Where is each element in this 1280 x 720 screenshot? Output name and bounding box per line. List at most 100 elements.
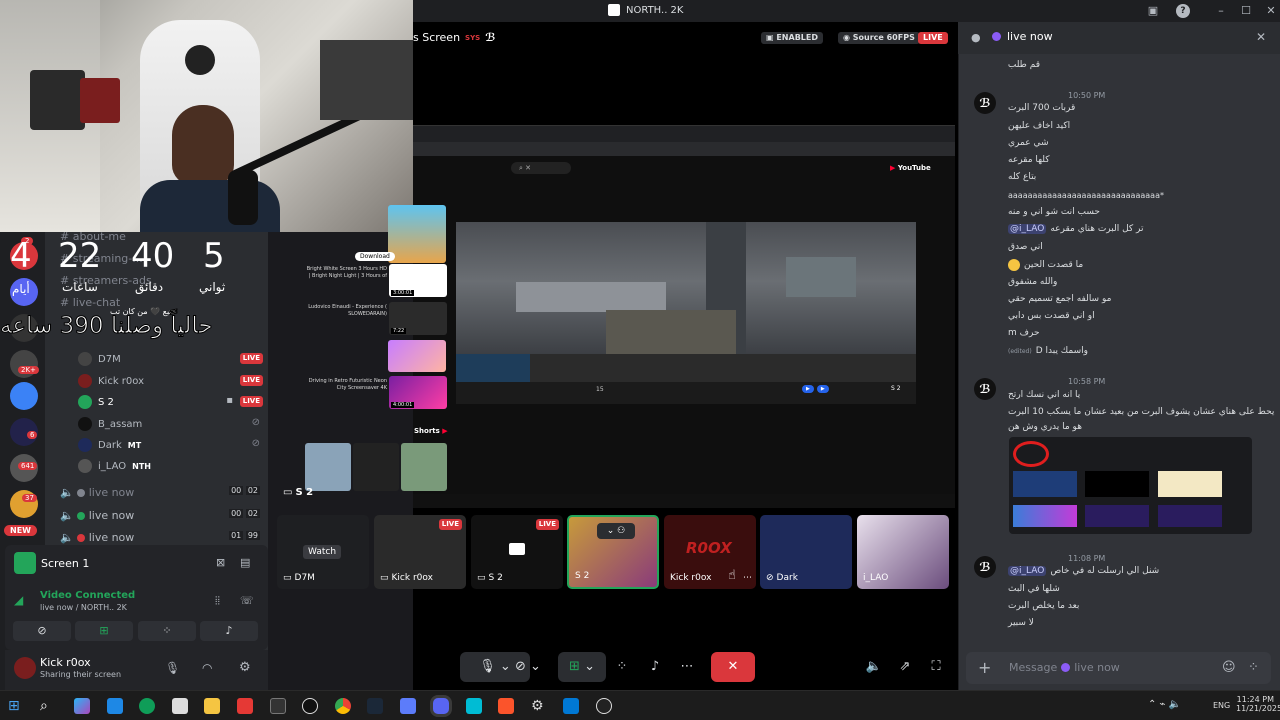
more-options-control[interactable]: ⋯ — [672, 652, 702, 682]
countdown-hours: 22 — [58, 236, 102, 276]
voice-user-s2[interactable]: S 2 ▪ LIVE — [78, 394, 263, 410]
tile-name-text: Kick r0ox — [391, 573, 433, 583]
server-icon-5[interactable] — [10, 382, 38, 410]
stream-tile-s2[interactable]: LIVE ▭ S 2 — [471, 515, 563, 589]
chat-avatar[interactable]: ℬ — [974, 556, 996, 578]
inbox-icon[interactable]: ▣ — [1146, 4, 1160, 18]
source-pill[interactable]: ◉ Source 60FPS — [838, 32, 920, 44]
voice-user-dark[interactable]: Dark MT ⊘ — [78, 437, 263, 453]
activities-button[interactable]: ⁘ — [138, 621, 196, 641]
chat-image-attachment[interactable] — [1009, 437, 1252, 534]
file-explorer-icon[interactable] — [204, 698, 220, 714]
voice-count-b: 02 — [245, 509, 260, 518]
avatar — [78, 417, 92, 431]
language-indicator[interactable]: ENG — [1213, 701, 1230, 710]
voice-user-bassam[interactable]: B_assam ⊘ — [78, 416, 263, 432]
chat-avatar[interactable]: ℬ — [974, 92, 996, 114]
stream-tile-s2-camera[interactable]: ⌄ ⚇ S 2 — [567, 515, 659, 589]
steam-icon[interactable] — [367, 698, 383, 714]
headphones-icon[interactable]: ◠ — [202, 661, 212, 675]
screen-share-control[interactable]: ⊞ ⌄ — [558, 652, 606, 682]
watch-button[interactable]: Watch — [303, 545, 342, 559]
chat-avatar[interactable]: ℬ — [974, 378, 996, 400]
screen-icon: ▭ — [283, 487, 293, 498]
app-icon-3[interactable] — [270, 698, 286, 714]
camera-control[interactable]: ⊘ ⌄ — [505, 652, 551, 682]
copilot-icon[interactable] — [74, 698, 90, 714]
mic-icon[interactable]: 🎙 — [165, 661, 180, 675]
stream-tile-dark[interactable]: ⊘ Dark — [760, 515, 852, 589]
short-thumb-2 — [353, 443, 399, 491]
app-icon-1[interactable] — [107, 698, 123, 714]
stream-title: s Screen SYS ℬ — [413, 31, 495, 44]
chat-input[interactable]: + Message live now ☺ ⁘ — [966, 652, 1271, 684]
voice-count-b: 99 — [245, 531, 260, 540]
screen-settings-icon[interactable]: ▤ — [240, 556, 250, 569]
tray-icons[interactable]: ⌃ ⌁ 🔈 — [1148, 699, 1181, 710]
disconnect-icon[interactable]: ☏ — [240, 594, 254, 607]
app-icon-4[interactable] — [400, 698, 416, 714]
voice-channel-3[interactable]: 🔈 live now 01 99 — [60, 531, 260, 545]
maximize-icon[interactable]: ☐ — [1239, 4, 1253, 18]
noise-icon[interactable]: ⦙⦙ — [215, 594, 220, 608]
media-player-icon[interactable] — [596, 698, 612, 714]
help-icon[interactable]: ? — [1176, 4, 1190, 18]
voice-user-d7m[interactable]: D7M LIVE — [78, 351, 263, 367]
voice-channel-1[interactable]: 🔈 live now 00 02 — [60, 486, 260, 500]
obs-icon[interactable] — [302, 698, 318, 714]
avatar — [78, 374, 92, 388]
minimize-icon[interactable]: – — [1214, 4, 1228, 18]
avatar — [78, 395, 92, 409]
soundboard-button[interactable]: ♪ — [200, 621, 258, 641]
chat-bubble-icon: ● — [971, 31, 981, 44]
video-duration-2: 7:22 — [391, 328, 407, 334]
youtube-logo: ▶ YouTube — [890, 164, 931, 172]
voice-user-name: Kick r0ox — [98, 375, 145, 387]
activities-control[interactable]: ⁘ — [607, 652, 637, 682]
mention[interactable]: @i_LAO — [1008, 224, 1047, 234]
game-hud — [456, 354, 916, 382]
settings-app-icon[interactable]: ⚙ — [531, 698, 547, 714]
app-icon-2[interactable] — [237, 698, 253, 714]
volume-icon[interactable]: 🔈 — [862, 652, 886, 682]
emoji-picker-icon[interactable]: ☺ — [1222, 660, 1236, 675]
search-icon[interactable]: ⌕ — [40, 698, 56, 714]
avatar — [78, 438, 92, 452]
stream-tile-kick-r0ox[interactable]: LIVE ▭ Kick r0ox — [374, 515, 466, 589]
apps-icon[interactable]: ⁘ — [1248, 660, 1259, 675]
app-icon-6[interactable] — [563, 698, 579, 714]
voice-channel-2[interactable]: 🔈 live now 00 02 — [60, 509, 260, 523]
user-avatar[interactable] — [14, 657, 36, 679]
fullscreen-icon[interactable]: ⛶ — [924, 652, 948, 682]
close-window-icon[interactable]: ✕ — [1264, 4, 1278, 18]
stream-tile-d7m[interactable]: Watch ▭ D7M — [277, 515, 369, 589]
clock[interactable]: 11:24 PM 11/21/2025 — [1236, 695, 1280, 713]
voice-user-ilao[interactable]: i_LAO NTH — [78, 458, 263, 474]
add-attachment-icon[interactable]: + — [978, 658, 991, 677]
start-icon[interactable]: ⊞ — [8, 698, 24, 714]
message-time: 10:50 PM — [1068, 91, 1106, 100]
app-icon-5[interactable] — [466, 698, 482, 714]
settings-icon[interactable]: ⚙ — [239, 660, 251, 675]
background-desk — [320, 40, 413, 120]
camera-toggle-button[interactable]: ⊘ — [13, 621, 71, 641]
edge-icon[interactable] — [139, 698, 155, 714]
store-icon[interactable] — [172, 698, 188, 714]
stream-tile-kick-r0ox-2[interactable]: R0OX ⋯ Kick r0ox — [664, 515, 756, 589]
stop-screen-icon[interactable]: ⊠ — [216, 556, 225, 569]
chat-line: كلها مقرعه — [1008, 155, 1050, 165]
soundboard-control[interactable]: ♪ — [640, 652, 670, 682]
mention[interactable]: @i_LAO — [1008, 566, 1047, 576]
screen-share-button[interactable]: ⊞ — [75, 621, 133, 641]
tile-options-icon[interactable]: ⌄ ⚇ — [597, 523, 635, 539]
stream-tile-ilao[interactable]: i_LAO — [857, 515, 949, 589]
voice-user-kick-r0ox[interactable]: Kick r0ox LIVE — [78, 373, 263, 389]
voice-channel-path[interactable]: live now / NORTH.. 2K — [40, 603, 127, 612]
discord-icon[interactable] — [433, 698, 449, 714]
chrome-icon[interactable] — [335, 698, 351, 714]
brave-icon[interactable] — [498, 698, 514, 714]
disconnect-button[interactable]: ✕ — [711, 652, 755, 682]
close-chat-icon[interactable]: ✕ — [1256, 30, 1266, 44]
popout-icon[interactable]: ⇗ — [893, 652, 917, 682]
tile-more-icon[interactable]: ⋯ — [743, 573, 752, 583]
